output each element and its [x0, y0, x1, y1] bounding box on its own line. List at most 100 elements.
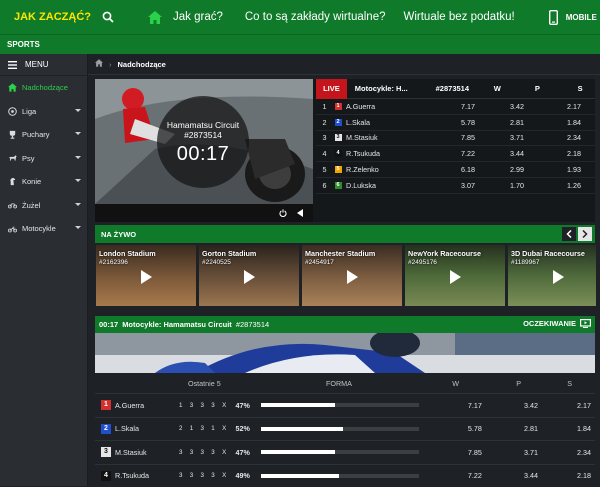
- race-detail-id: #2873514: [236, 320, 269, 329]
- mobile-button[interactable]: MOBILE: [549, 10, 597, 25]
- odds-show[interactable]: 2.18: [543, 471, 595, 480]
- play-icon[interactable]: [347, 270, 358, 284]
- play-icon[interactable]: [141, 270, 152, 284]
- odds-win[interactable]: 3.07: [448, 181, 490, 190]
- race-video[interactable]: Hamamatsu Circuit #2873514 00:17: [95, 79, 313, 222]
- home-icon[interactable]: [95, 59, 103, 69]
- nav-what-are-virtual-bets[interactable]: Co to są zakłady wirtualne?: [245, 11, 386, 23]
- mobile-label: MOBILE: [566, 13, 597, 22]
- odds-place[interactable]: 1.70: [490, 181, 540, 190]
- rider-number-badge: 1: [101, 400, 111, 410]
- rider-number-badge: 3: [101, 447, 111, 457]
- brand-link[interactable]: JAK ZACZĄĆ?: [0, 11, 88, 23]
- play-icon[interactable]: [553, 270, 564, 284]
- screen-icon[interactable]: [580, 319, 591, 328]
- live-stream-card[interactable]: 3D Dubai Racecourse#1189967: [508, 245, 596, 306]
- race-form-rows: 1A.Guerra1 3 3 3 X47%7.173.422.172L.Skal…: [95, 393, 595, 487]
- form-row[interactable]: 3M.Stasiuk3 3 3 3 X47%7.853.712.34: [95, 440, 595, 464]
- sidebar-item-cups[interactable]: Puchary: [0, 123, 87, 147]
- odds-win[interactable]: 5.78: [448, 118, 490, 127]
- chevron-down-icon: [75, 203, 81, 206]
- odds-win[interactable]: 7.85: [443, 448, 491, 457]
- sidebar-item-motorcycles[interactable]: Motocykle: [0, 217, 87, 241]
- form-bar-fill: [261, 403, 335, 407]
- odds-show[interactable]: 2.17: [540, 102, 590, 111]
- stream-name: NewYork Racecourse: [408, 249, 481, 258]
- chevron-down-icon: [75, 226, 81, 229]
- odds-win[interactable]: 7.17: [448, 102, 490, 111]
- odds-place[interactable]: 2.81: [490, 118, 540, 127]
- form-row[interactable]: 1A.Guerra1 3 3 3 X47%7.173.422.17: [95, 393, 595, 417]
- odds-show[interactable]: 2.34: [540, 133, 590, 142]
- odds-show[interactable]: 2.34: [543, 448, 595, 457]
- play-icon[interactable]: [244, 270, 255, 284]
- next-button[interactable]: [578, 227, 592, 241]
- odds-win[interactable]: 7.17: [443, 401, 491, 410]
- odds-place[interactable]: 2.99: [490, 165, 540, 174]
- rider-name: R.Tsukuda: [343, 149, 448, 158]
- rider-row[interactable]: 66D.Lukska3.071.701.26: [316, 178, 595, 194]
- prev-button[interactable]: [562, 227, 576, 241]
- live-stream-card[interactable]: Gorton Stadium#2240525: [199, 245, 299, 306]
- rider-name: R.Zelenko: [343, 165, 448, 174]
- sidebar-item-upcoming[interactable]: Nadchodzące: [0, 76, 87, 100]
- odds-win[interactable]: 7.22: [443, 471, 491, 480]
- odds-place[interactable]: 2.81: [491, 424, 543, 433]
- rider-position: 3: [316, 133, 333, 142]
- odds-place[interactable]: 3.42: [490, 102, 540, 111]
- power-icon[interactable]: [279, 204, 287, 222]
- sidebar-item-league[interactable]: Liga: [0, 100, 87, 124]
- nav-how-to-play[interactable]: Jak grać?: [173, 11, 223, 23]
- col-w: W: [484, 84, 517, 93]
- live-now-nav: [562, 227, 592, 241]
- search-icon[interactable]: [88, 11, 128, 23]
- home-icon[interactable]: [144, 11, 166, 24]
- rider-badge: 3: [95, 447, 111, 457]
- race-form-header: Ostatnie 5 FORMA W P S: [95, 373, 595, 393]
- form-bar: [261, 474, 419, 478]
- live-stream-card[interactable]: London Stadium#2162396: [96, 245, 196, 306]
- form-row[interactable]: 2L.Skala2 1 3 1 X52%5.782.811.84: [95, 417, 595, 441]
- rider-row[interactable]: 55R.Zelenko6.182.991.93: [316, 162, 595, 178]
- sports-bar[interactable]: SPORTS: [0, 34, 600, 54]
- odds-show[interactable]: 1.93: [540, 165, 590, 174]
- volume-icon[interactable]: [297, 204, 303, 222]
- sidebar-item-label: Psy: [22, 154, 35, 163]
- odds-show[interactable]: 1.26: [540, 181, 590, 190]
- sidebar-item-label: Konie: [22, 177, 41, 186]
- odds-win[interactable]: 7.22: [448, 149, 490, 158]
- form-percent: 47%: [236, 448, 259, 457]
- nav-tax-free[interactable]: Wirtuale bez podatku!: [404, 11, 515, 23]
- race-odds-table: LIVE Motocykle: H... #2873514 W P S 11A.…: [316, 79, 595, 222]
- rider-badge: 4: [95, 471, 111, 481]
- rider-row[interactable]: 11A.Guerra7.173.422.17: [316, 99, 595, 115]
- rider-row[interactable]: 33M.Stasiuk7.853.712.34: [316, 131, 595, 147]
- rider-number-badge: 4: [101, 471, 111, 481]
- live-stream-card[interactable]: Manchester Stadium#2454917: [302, 245, 402, 306]
- rider-row[interactable]: 22L.Skala5.782.811.84: [316, 115, 595, 131]
- odds-place[interactable]: 3.42: [491, 401, 543, 410]
- rider-position: 6: [316, 181, 333, 190]
- odds-place[interactable]: 3.44: [491, 471, 543, 480]
- odds-win[interactable]: 7.85: [448, 133, 490, 142]
- race-status: OCZEKIWANIE: [523, 319, 591, 328]
- odds-place[interactable]: 3.71: [490, 133, 540, 142]
- live-stream-card[interactable]: NewYork Racecourse#2495176: [405, 245, 505, 306]
- sidebar-item-dogs[interactable]: Psy: [0, 147, 87, 171]
- menu-toggle[interactable]: MENU: [0, 54, 87, 76]
- odds-place[interactable]: 3.44: [490, 149, 540, 158]
- stream-id: #1189967: [511, 259, 539, 266]
- col-p: P: [471, 379, 526, 388]
- rider-row[interactable]: 44R.Tsukuda7.223.442.18: [316, 146, 595, 162]
- odds-show[interactable]: 2.18: [540, 149, 590, 158]
- sidebar-item-horses[interactable]: Konie: [0, 170, 87, 194]
- odds-show[interactable]: 1.84: [543, 424, 595, 433]
- odds-win[interactable]: 5.78: [443, 424, 491, 433]
- odds-show[interactable]: 1.84: [540, 118, 590, 127]
- odds-win[interactable]: 6.18: [448, 165, 490, 174]
- play-icon[interactable]: [450, 270, 461, 284]
- odds-place[interactable]: 3.71: [491, 448, 543, 457]
- sidebar-item-speedway[interactable]: Żużel: [0, 194, 87, 218]
- odds-show[interactable]: 2.17: [543, 401, 595, 410]
- form-row[interactable]: 4R.Tsukuda3 3 3 3 X49%7.223.442.18: [95, 464, 595, 487]
